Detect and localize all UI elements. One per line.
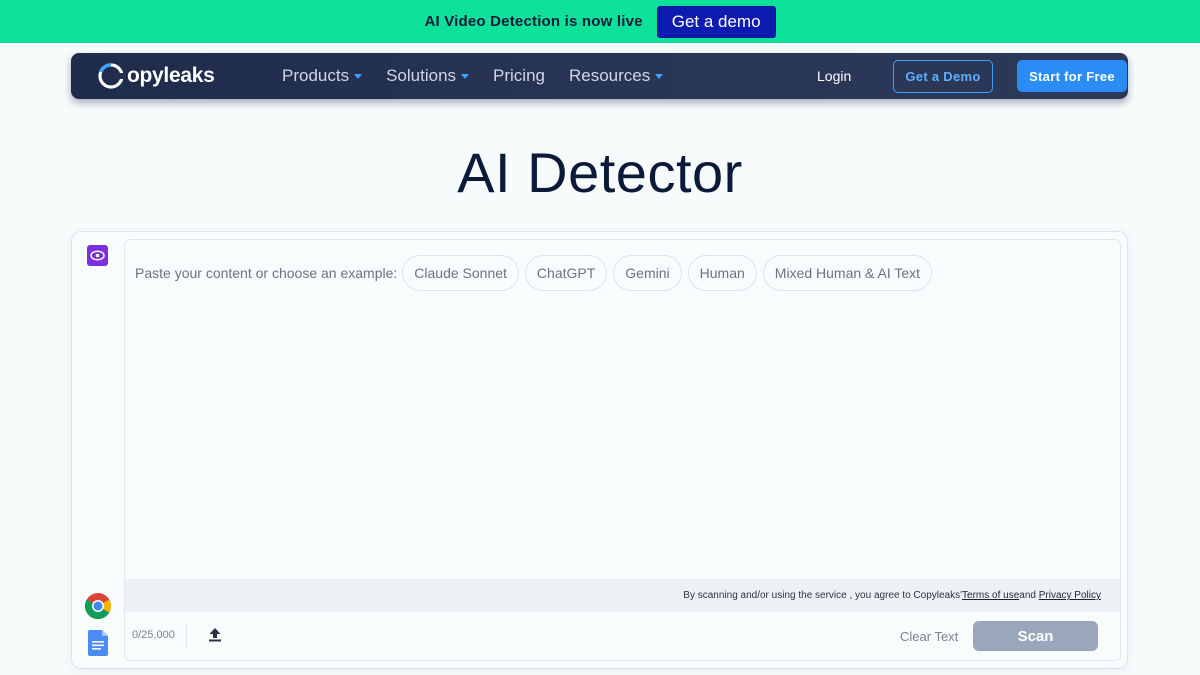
example-chip-chatgpt[interactable]: ChatGPT [524,255,608,291]
copyleaks-logo-icon [98,63,125,89]
terms-of-use-link[interactable]: Terms of use [962,590,1019,601]
example-chip-mixed[interactable]: Mixed Human & AI Text [762,255,933,291]
nav-item-resources[interactable]: Resources [569,66,664,86]
caret-down-icon [461,73,470,79]
chrome-glyph [84,593,112,620]
nav-item-label: Products [282,66,350,85]
example-row: Paste your content or choose an example:… [135,255,938,291]
banner-text: AI Video Detection is now live [424,13,643,30]
nav-item-solutions[interactable]: Solutions [386,66,470,86]
nav-menu: Products Solutions Pricing Resources [282,53,687,99]
terms-text: By scanning and/or using the service , y… [683,590,963,601]
text-editor[interactable]: Paste your content or choose an example:… [124,239,1121,661]
nav-item-label: Solutions [386,66,457,85]
page-title: AI Detector [457,141,743,204]
upload-glyph [209,628,221,642]
nav-item-label: Pricing [493,66,545,85]
editor-footer: 0/25,000 Clear Text Scan [125,612,1120,660]
privacy-policy-link[interactable]: Privacy Policy [1039,590,1101,601]
nav-item-label: Resources [569,66,651,85]
character-counter: 0/25,000 [132,629,175,641]
scan-button[interactable]: Scan [973,621,1098,651]
detector-card: Paste your content or choose an example:… [71,231,1128,669]
caret-down-icon [354,73,363,79]
get-demo-banner-button[interactable]: Get a demo [656,5,776,38]
upload-icon[interactable] [208,627,222,647]
docs-glyph [88,630,108,656]
editor-placeholder: Paste your content or choose an example: [135,265,398,281]
login-link[interactable]: Login [817,68,851,84]
footer-divider [186,622,187,650]
example-chip-gemini[interactable]: Gemini [613,255,682,291]
navbar: opyleaks Products Solutions Pricing Reso… [71,53,1128,99]
terms-and-text: and [1019,590,1039,601]
eye-glyph [90,250,105,261]
get-demo-button[interactable]: Get a Demo [893,60,993,93]
nav-item-pricing[interactable]: Pricing [493,66,545,86]
terms-notice: By scanning and/or using the service , y… [125,579,1120,612]
clear-text-button[interactable]: Clear Text [900,629,958,644]
google-docs-icon[interactable] [88,630,108,661]
announcement-banner: AI Video Detection is now live Get a dem… [0,0,1200,43]
nav-item-products[interactable]: Products [282,66,363,86]
chrome-icon[interactable] [84,592,112,625]
logo-text: opyleaks [127,64,215,87]
example-chip-claude-sonnet[interactable]: Claude Sonnet [402,255,519,291]
copyleaks-logo[interactable]: opyleaks [97,62,215,90]
caret-down-icon [655,73,664,79]
eye-icon[interactable] [87,245,108,266]
example-chip-human[interactable]: Human [687,255,757,291]
start-for-free-button[interactable]: Start for Free [1017,60,1127,92]
